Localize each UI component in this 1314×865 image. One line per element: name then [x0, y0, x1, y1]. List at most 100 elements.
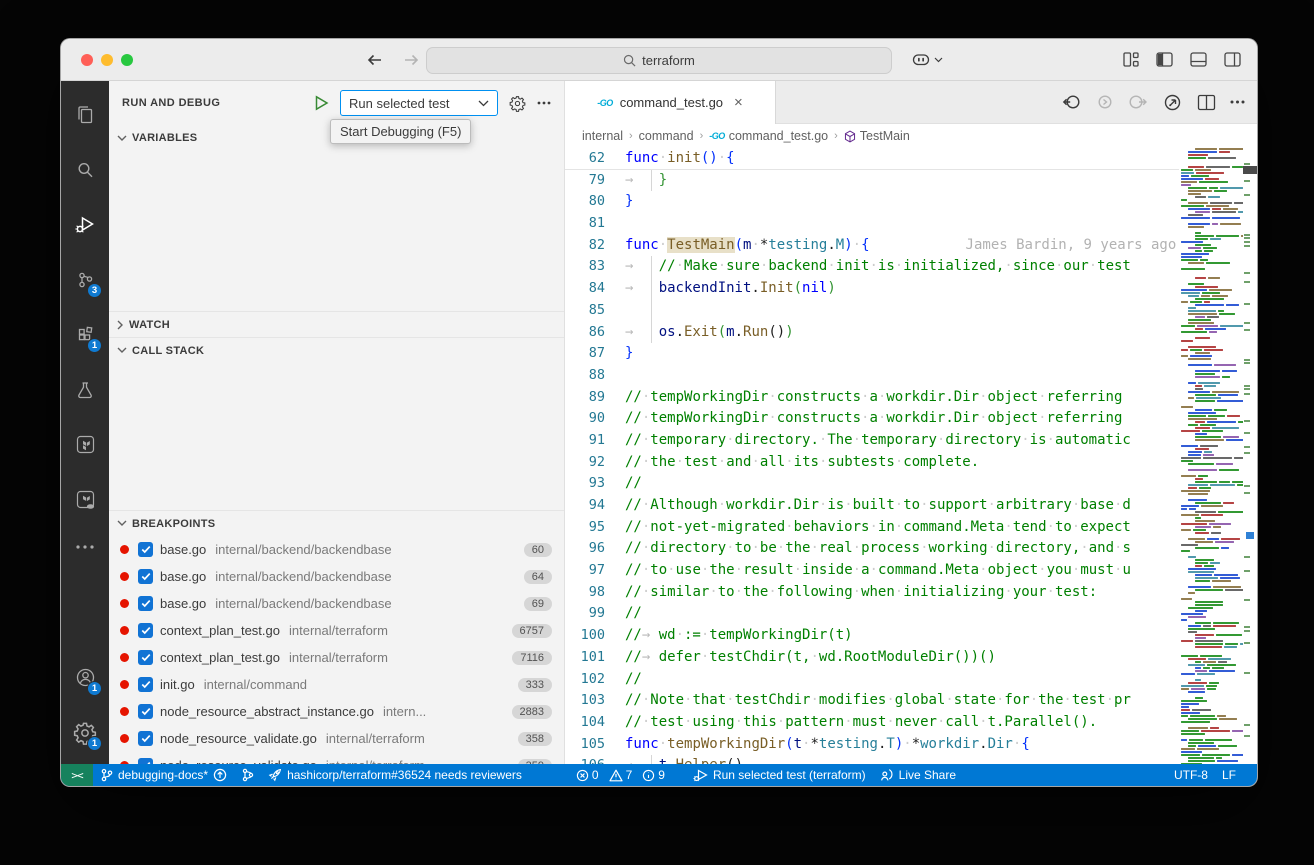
minimize-window-button[interactable]	[101, 54, 113, 66]
code-line[interactable]: 101 //→defer·testChdir(t,·wd.RootModuleD…	[565, 647, 1179, 669]
launch-configuration-select[interactable]: Run selected test	[340, 90, 498, 116]
code-line[interactable]: 81	[565, 213, 1179, 235]
activity-item-source-control[interactable]: 3	[61, 252, 109, 307]
code-line[interactable]: 98 //·similar·to·the·following·when·init…	[565, 582, 1179, 604]
code-line[interactable]: 93 //	[565, 473, 1179, 495]
line-number[interactable]: 62	[565, 148, 625, 169]
code-line[interactable]: 85	[565, 300, 1179, 322]
breakpoint-row[interactable]: init.go internal/command 333	[109, 671, 564, 698]
code-line[interactable]: 86 →os.Exit(m.Run())	[565, 322, 1179, 344]
breakpoint-checkbox[interactable]	[138, 569, 153, 584]
debug-settings-gear-icon[interactable]	[509, 95, 526, 112]
line-number[interactable]: 89	[565, 387, 625, 409]
line-number[interactable]: 85	[565, 300, 625, 322]
breakpoint-row[interactable]: context_plan_test.go internal/terraform …	[109, 617, 564, 644]
line-number[interactable]: 95	[565, 517, 625, 539]
breadcrumb-item[interactable]: command	[639, 129, 694, 143]
breakpoint-row[interactable]: context_plan_test.go internal/terraform …	[109, 644, 564, 671]
testing-run-previous-icon[interactable]	[1062, 92, 1082, 112]
eol-item[interactable]: LF	[1215, 764, 1243, 786]
line-number[interactable]: 102	[565, 669, 625, 691]
code-line[interactable]: 105 func·tempWorkingDir(t·*testing.T)·*w…	[565, 734, 1179, 756]
breakpoint-checkbox[interactable]	[138, 542, 153, 557]
code-line[interactable]: 89 //·tempWorkingDir·constructs·a·workdi…	[565, 387, 1179, 409]
breakpoint-checkbox[interactable]	[138, 704, 153, 719]
code-line[interactable]: 95 //·not-yet-migrated·behaviors·in·comm…	[565, 517, 1179, 539]
toggle-secondary-sidebar-icon[interactable]	[1224, 52, 1241, 67]
line-number[interactable]: 87	[565, 343, 625, 365]
start-debugging-button[interactable]	[314, 95, 329, 111]
code-line[interactable]: 104 //·test·using·this·pattern·must·neve…	[565, 712, 1179, 734]
line-number[interactable]: 93	[565, 473, 625, 495]
history-forward-icon[interactable]	[403, 53, 419, 67]
line-number[interactable]: 96	[565, 538, 625, 560]
activity-item-settings[interactable]: 1	[61, 705, 109, 760]
activity-item-terraform-cloud[interactable]	[61, 472, 109, 527]
problems-item[interactable]: 0 7 9	[569, 764, 672, 786]
activity-item-run-and-debug[interactable]	[61, 197, 109, 252]
line-number[interactable]: 81	[565, 213, 625, 235]
breakpoint-checkbox[interactable]	[138, 650, 153, 665]
line-number[interactable]: 92	[565, 452, 625, 474]
line-number[interactable]: 100	[565, 625, 625, 647]
code-line[interactable]: 84 →backendInit.Init(nil)	[565, 278, 1179, 300]
views-more-actions-icon[interactable]	[537, 101, 551, 105]
code-line[interactable]: 90 //·tempWorkingDir·constructs·a·workdi…	[565, 408, 1179, 430]
live-share-item[interactable]: Live Share	[873, 764, 963, 786]
code-line[interactable]: 92 //·the·test·and·all·its·subtests·comp…	[565, 452, 1179, 474]
activity-item-extensions[interactable]: 1	[61, 307, 109, 362]
tab-command-test-go[interactable]: -GO command_test.go ×	[565, 81, 776, 124]
close-window-button[interactable]	[81, 54, 93, 66]
zoom-window-button[interactable]	[121, 54, 133, 66]
breadcrumb-item[interactable]: -GOcommand_test.go	[709, 129, 828, 143]
debug-status-item[interactable]: Run selected test (terraform)	[686, 764, 873, 786]
code-line[interactable]: 94 //·Although·workdir.Dir·is·built·to·s…	[565, 495, 1179, 517]
activity-item-search[interactable]	[61, 142, 109, 197]
code-line[interactable]: 99 //	[565, 603, 1179, 625]
breadcrumb-item[interactable]: internal	[582, 129, 623, 143]
code-line[interactable]: 103 //·Note·that·testChdir·modifies·glob…	[565, 690, 1179, 712]
breakpoint-checkbox[interactable]	[138, 758, 153, 764]
code-line[interactable]: 82 func·TestMain(m·*testing.M)·{James Ba…	[565, 235, 1179, 257]
activity-item-accounts[interactable]: 1	[61, 650, 109, 705]
close-tab-icon[interactable]: ×	[734, 95, 743, 110]
line-number[interactable]: 98	[565, 582, 625, 604]
copilot-menu[interactable]	[911, 51, 943, 69]
breakpoint-row[interactable]: node_resource_validate.go internal/terra…	[109, 752, 564, 764]
code-line[interactable]: 83 →//·Make·sure·backend·init·is·initial…	[565, 256, 1179, 278]
line-number[interactable]: 101	[565, 647, 625, 669]
breakpoint-row[interactable]: node_resource_abstract_instance.go inter…	[109, 698, 564, 725]
breakpoint-checkbox[interactable]	[138, 677, 153, 692]
run-or-debug-icon[interactable]	[1162, 92, 1183, 113]
section-watch[interactable]: WATCH	[109, 311, 564, 337]
code-line[interactable]: 102 //	[565, 669, 1179, 691]
code-line[interactable]: 91 //·temporary·directory.·The·temporary…	[565, 430, 1179, 452]
history-back-icon[interactable]	[367, 53, 383, 67]
line-number[interactable]: 79	[565, 170, 625, 192]
branch-item[interactable]: debugging-docs*	[93, 764, 234, 786]
code-line[interactable]: 62 func·init()·{	[565, 148, 1179, 170]
line-number[interactable]: 103	[565, 690, 625, 712]
code-line[interactable]: 88	[565, 365, 1179, 387]
line-number[interactable]: 84	[565, 278, 625, 300]
breakpoint-row[interactable]: base.go internal/backend/backendbase 60	[109, 536, 564, 563]
code-line[interactable]: 106 →t.Helper()	[565, 755, 1179, 764]
line-number[interactable]: 80	[565, 191, 625, 213]
activity-item-explorer[interactable]	[61, 87, 109, 142]
line-number[interactable]: 86	[565, 322, 625, 344]
minimap[interactable]	[1179, 148, 1243, 764]
breakpoint-row[interactable]: base.go internal/backend/backendbase 64	[109, 563, 564, 590]
code-line[interactable]: 87 }	[565, 343, 1179, 365]
section-call-stack[interactable]: CALL STACK	[109, 337, 564, 363]
line-number[interactable]: 88	[565, 365, 625, 387]
line-number[interactable]: 91	[565, 430, 625, 452]
line-number[interactable]: 104	[565, 712, 625, 734]
line-number[interactable]: 105	[565, 734, 625, 756]
split-editor-icon[interactable]	[1197, 94, 1216, 111]
customize-layout-icon[interactable]	[1123, 52, 1139, 67]
code-line[interactable]: 96 //·directory·to·be·the·real·process·w…	[565, 538, 1179, 560]
breakpoint-checkbox[interactable]	[138, 596, 153, 611]
command-center-search[interactable]: terraform	[426, 47, 892, 74]
code-line[interactable]: 79 →}	[565, 170, 1179, 192]
line-number[interactable]: 82	[565, 235, 625, 257]
